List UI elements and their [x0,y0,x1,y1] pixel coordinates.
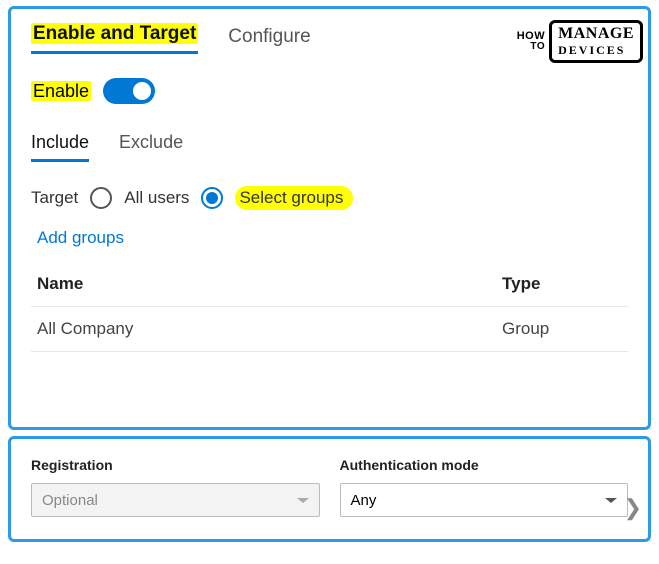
radio-select-groups[interactable] [201,187,223,209]
table-header: Name Type [31,262,628,307]
radio-all-users-label: All users [124,188,189,208]
registration-value: Optional [42,492,98,509]
groups-table: Name Type All Company Group [31,262,628,352]
cell-name: All Company [37,319,502,339]
cell-type: Group [502,319,622,339]
radio-select-groups-label: Select groups [239,188,343,207]
chevron-down-icon [605,498,617,503]
tab-enable-and-target-label: Enable and Target [31,23,198,44]
tab-configure[interactable]: Configure [228,26,310,54]
tab-exclude[interactable]: Exclude [119,132,183,162]
radio-all-users[interactable] [90,187,112,209]
registration-select: Optional [31,483,320,517]
registration-field: Registration Optional [31,457,320,517]
settings-panel: Registration Optional Authentication mod… [8,436,651,542]
logo-sub-text: DEVICES [558,43,634,58]
logo-to-text: TO [517,42,545,51]
chevron-right-icon[interactable]: ❯ [624,495,642,521]
col-header-type: Type [502,274,622,294]
chevron-down-icon [297,498,309,503]
auth-mode-value: Any [351,492,377,509]
enable-label: Enable [31,81,91,102]
logo-box: MANAGE DEVICES [549,20,643,63]
settings-grid: Registration Optional Authentication mod… [31,453,628,525]
target-label: Target [31,188,78,208]
auth-mode-label: Authentication mode [340,457,629,473]
target-row: Target All users Select groups [31,186,628,210]
tab-include[interactable]: Include [31,132,89,162]
tab-exclude-label: Exclude [119,132,183,152]
enable-label-text: Enable [31,81,91,101]
enable-row: Enable [31,78,628,104]
tab-configure-label: Configure [228,26,310,47]
logo-how: HOW TO [517,32,545,51]
registration-label: Registration [31,457,320,473]
tab-include-label: Include [31,132,89,152]
logo-main-text: MANAGE [558,25,634,43]
tab-enable-and-target[interactable]: Enable and Target [31,23,198,54]
add-groups-label: Add groups [37,228,124,247]
logo-watermark: HOW TO MANAGE DEVICES [517,20,643,63]
auth-mode-select[interactable]: Any [340,483,629,517]
radio-select-groups-label-wrap: Select groups [235,186,353,210]
col-header-name: Name [37,274,502,294]
auth-mode-field: Authentication mode Any [340,457,629,517]
enable-target-panel: Enable and Target Configure Enable Inclu… [8,6,651,430]
enable-toggle[interactable] [103,78,155,104]
add-groups-link[interactable]: Add groups [31,228,628,248]
include-exclude-tabs: Include Exclude [31,132,628,162]
table-row[interactable]: All Company Group [31,307,628,352]
